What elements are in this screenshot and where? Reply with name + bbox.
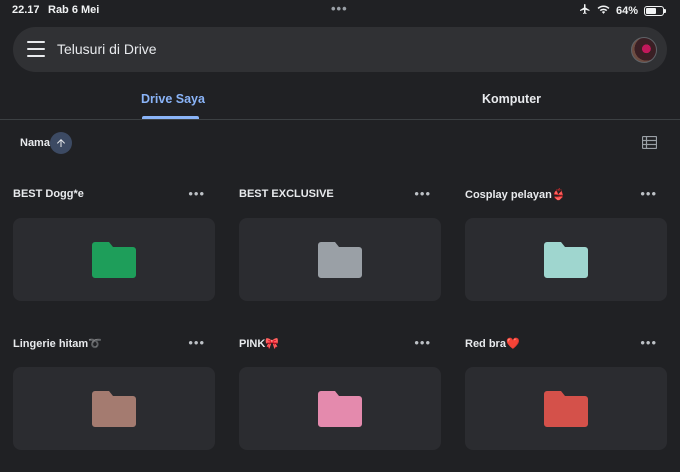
folder-thumbnail[interactable] <box>465 218 667 301</box>
multitasking-dots-icon[interactable]: ••• <box>331 1 348 16</box>
folder-icon <box>544 391 588 432</box>
hamburger-menu-icon[interactable] <box>27 41 45 57</box>
folder-icon <box>544 242 588 283</box>
airplane-icon <box>579 3 591 18</box>
list-view-icon[interactable] <box>641 135 658 150</box>
active-tab-indicator <box>142 116 199 119</box>
more-options-icon[interactable]: ••• <box>414 184 431 204</box>
folder-card[interactable]: Red bra❤️ ••• <box>465 330 667 450</box>
folder-name: BEST Dogg*e <box>13 188 84 200</box>
battery-icon <box>644 5 666 16</box>
status-indicators: 64% <box>579 3 666 18</box>
folder-icon <box>92 242 136 283</box>
search-input[interactable]: Telusuri di Drive <box>57 41 157 57</box>
folder-icon <box>92 391 136 432</box>
battery-percent: 64% <box>615 4 638 17</box>
sort-label[interactable]: Nama <box>20 137 50 149</box>
more-options-icon[interactable]: ••• <box>640 184 657 204</box>
wifi-icon <box>597 4 610 18</box>
status-bar: 22.17 Rab 6 Mei ••• 64% <box>0 0 680 20</box>
tab-computers[interactable]: Komputer <box>482 92 541 106</box>
folder-thumbnail[interactable] <box>13 218 215 301</box>
arrow-up-icon <box>57 139 65 147</box>
folder-card[interactable]: Lingerie hitam➰ ••• <box>13 330 215 450</box>
folder-name: Lingerie hitam➰ <box>13 338 102 350</box>
folder-card[interactable]: Cosplay pelayan👙 ••• <box>465 181 667 301</box>
more-options-icon[interactable]: ••• <box>414 333 431 353</box>
folder-card[interactable]: BEST Dogg*e ••• <box>13 181 215 301</box>
folder-name: Cosplay pelayan👙 <box>465 189 566 201</box>
folder-name: Red bra❤️ <box>465 338 520 350</box>
more-options-icon[interactable]: ••• <box>188 184 205 204</box>
folder-icon <box>318 391 362 432</box>
search-bar[interactable]: Telusuri di Drive <box>13 27 667 72</box>
folder-thumbnail[interactable] <box>239 367 441 450</box>
tab-bar: Drive Saya Komputer <box>0 80 680 120</box>
status-time: 22.17 <box>12 4 40 16</box>
status-date: Rab 6 Mei <box>48 4 100 16</box>
avatar[interactable] <box>631 37 657 63</box>
folder-thumbnail[interactable] <box>239 218 441 301</box>
tab-my-drive[interactable]: Drive Saya <box>141 92 205 106</box>
folder-thumbnail[interactable] <box>465 367 667 450</box>
more-options-icon[interactable]: ••• <box>188 333 205 353</box>
folder-name: PINK🎀 <box>239 338 279 350</box>
sort-direction-button[interactable] <box>50 132 72 154</box>
folder-icon <box>318 242 362 283</box>
folder-card[interactable]: BEST EXCLUSIVE ••• <box>239 181 441 301</box>
folder-thumbnail[interactable] <box>13 367 215 450</box>
sort-bar: Nama <box>0 130 680 156</box>
battery-level <box>646 7 657 14</box>
more-options-icon[interactable]: ••• <box>640 333 657 353</box>
folder-card[interactable]: PINK🎀 ••• <box>239 330 441 450</box>
folder-name: BEST EXCLUSIVE <box>239 188 334 200</box>
